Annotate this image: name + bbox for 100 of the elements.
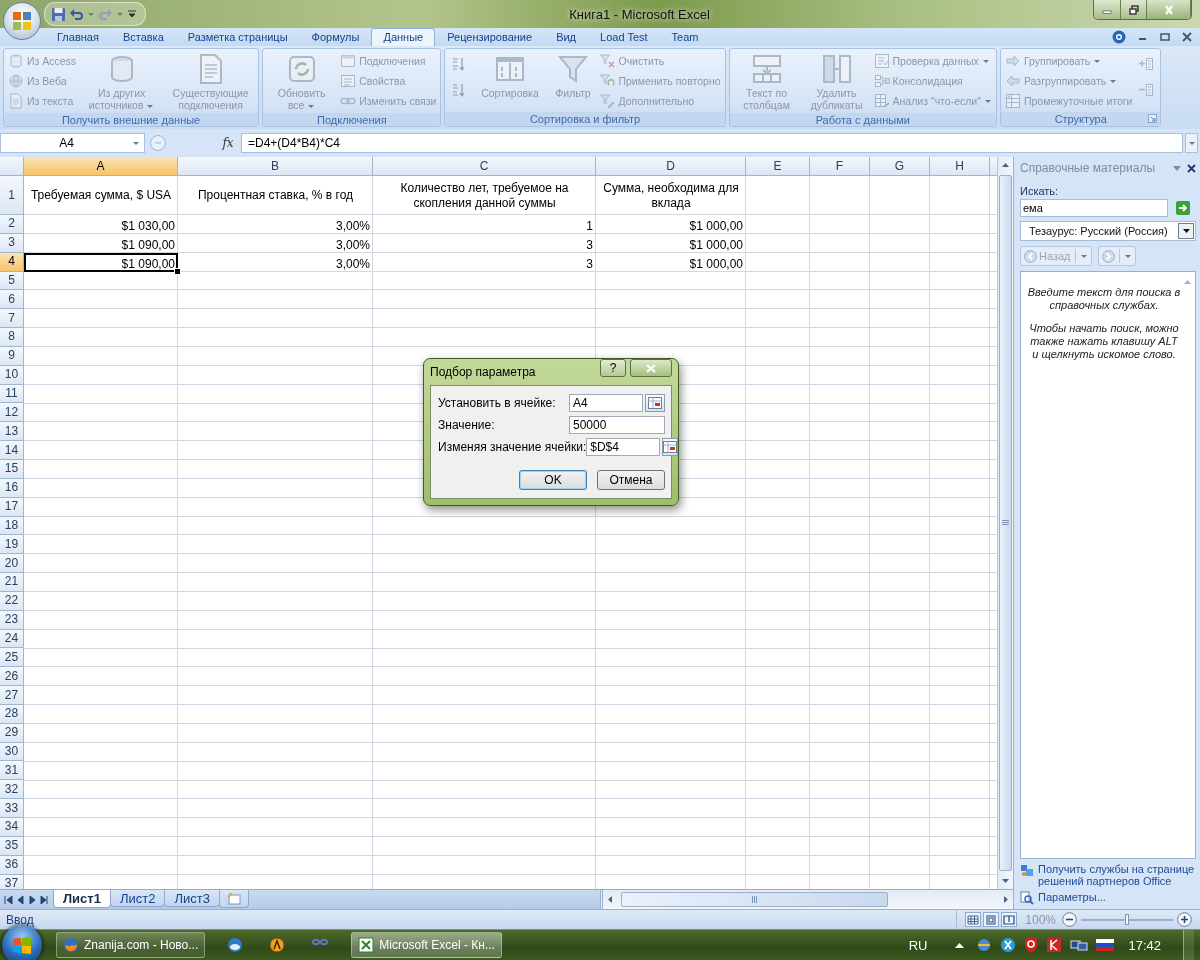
input-field[interactable]: $D$4: [586, 438, 661, 456]
column-header[interactable]: A: [24, 157, 178, 176]
start-search-button[interactable]: [1176, 201, 1190, 215]
ribbon-tab[interactable]: Вид: [544, 28, 589, 46]
name-box[interactable]: A4: [0, 133, 145, 153]
row-header[interactable]: 32: [0, 780, 24, 800]
table-cell[interactable]: 3: [373, 233, 596, 253]
table-cell[interactable]: $1 090,00: [24, 252, 178, 272]
row-header[interactable]: 33: [0, 799, 24, 818]
round-app-icon[interactable]: [269, 937, 286, 953]
input-field[interactable]: A4: [569, 394, 643, 412]
row-header[interactable]: 25: [0, 648, 24, 668]
splitter-handle-icon[interactable]: [149, 134, 167, 152]
close-icon[interactable]: [1182, 32, 1192, 42]
column-header[interactable]: D: [596, 157, 746, 176]
close-icon[interactable]: [1187, 163, 1196, 173]
column-header[interactable]: F: [810, 157, 870, 176]
row-header[interactable]: 34: [0, 818, 24, 837]
dialog-button[interactable]: OK: [519, 470, 587, 490]
row-header[interactable]: 13: [0, 422, 24, 442]
zoom-in-icon[interactable]: [1177, 912, 1192, 927]
language-indicator[interactable]: RU: [908, 937, 928, 953]
network-icon[interactable]: [1070, 938, 1089, 952]
sheet-tab[interactable]: Лист1: [53, 890, 111, 908]
view-button[interactable]: [1001, 912, 1018, 927]
source-dropdown[interactable]: Тезаурус: Русский (Россия): [1020, 221, 1196, 241]
save-icon[interactable]: [51, 6, 66, 22]
row-header[interactable]: 1: [0, 176, 24, 215]
cloud-icon[interactable]: [227, 937, 244, 953]
table-cell[interactable]: $1 000,00: [596, 215, 746, 234]
last-sheet-icon[interactable]: [40, 895, 49, 904]
customize-caret-icon[interactable]: [127, 9, 137, 19]
insert-function-button[interactable]: fx: [215, 133, 241, 153]
zoom-out-icon[interactable]: [1062, 912, 1077, 927]
start-button[interactable]: [2, 925, 42, 960]
slider-thumb[interactable]: [1125, 914, 1129, 925]
table-cell[interactable]: $1 030,00: [24, 215, 178, 234]
globe-icon[interactable]: [976, 937, 993, 953]
next-sheet-icon[interactable]: [28, 895, 37, 904]
horizontal-scrollbar[interactable]: [600, 890, 1013, 909]
search-field[interactable]: ема: [1020, 199, 1168, 217]
help-button[interactable]: ?: [600, 359, 626, 377]
table-cell[interactable]: $1 000,00: [596, 233, 746, 253]
previous-sheet-icon[interactable]: [16, 895, 25, 904]
arrow-up-icon[interactable]: [955, 942, 965, 948]
row-header[interactable]: 2: [0, 215, 24, 234]
sheet-tab[interactable]: Лист3: [164, 890, 220, 907]
dialog-launcher-icon[interactable]: [1148, 114, 1158, 123]
ribbon-tab[interactable]: Load Test: [588, 28, 660, 46]
help-icon[interactable]: [1112, 30, 1126, 44]
row-header[interactable]: 6: [0, 290, 24, 310]
tile-icon[interactable]: [1046, 937, 1063, 953]
close-button[interactable]: [1147, 0, 1191, 19]
ribbon-tab[interactable]: Данные: [371, 28, 436, 46]
clock[interactable]: 17:42: [1128, 937, 1161, 953]
close-button[interactable]: [630, 359, 672, 377]
table-cell[interactable]: Сумма, необходима для вклада: [596, 176, 746, 215]
table-cell[interactable]: 3,00%: [178, 215, 373, 234]
restore-icon[interactable]: [1160, 32, 1170, 42]
table-cell[interactable]: 1: [373, 215, 596, 234]
input-field[interactable]: 50000: [569, 416, 665, 434]
column-header[interactable]: E: [746, 157, 810, 176]
shield-icon[interactable]: [1024, 937, 1039, 953]
ribbon-tab[interactable]: Формулы: [299, 28, 372, 46]
row-header[interactable]: 20: [0, 554, 24, 574]
table-cell[interactable]: 3: [373, 252, 596, 272]
link[interactable]: Параметры...: [1038, 891, 1106, 903]
ribbon-tab[interactable]: Главная: [45, 28, 111, 46]
pane-menu-icon[interactable]: [1173, 165, 1181, 171]
row-header[interactable]: 21: [0, 573, 24, 592]
sheet-tab[interactable]: Лист2: [109, 890, 166, 907]
table-cell[interactable]: Количество лет, требуемое на скопления данной суммы: [373, 176, 596, 215]
column-header[interactable]: H: [930, 157, 990, 176]
restore-button[interactable]: [1121, 0, 1147, 19]
column-header[interactable]: B: [178, 157, 373, 176]
row-header[interactable]: 14: [0, 441, 24, 460]
row-header[interactable]: 8: [0, 328, 24, 347]
zoom-slider[interactable]: [1081, 912, 1173, 927]
ribbon-tab[interactable]: Вставка: [110, 28, 176, 46]
link[interactable]: Получить службы на странице решений партнеров Office: [1038, 863, 1196, 887]
expand-button[interactable]: [1185, 133, 1198, 153]
row-header[interactable]: 19: [0, 535, 24, 555]
table-cell[interactable]: $1 000,00: [596, 252, 746, 272]
collapse-dialog-button[interactable]: [662, 438, 679, 456]
table-cell[interactable]: 3,00%: [178, 252, 373, 272]
first-sheet-icon[interactable]: [4, 895, 13, 904]
flag-icon[interactable]: [1096, 939, 1115, 951]
row-header[interactable]: 26: [0, 667, 24, 687]
view-button[interactable]: [965, 912, 982, 927]
table-cell[interactable]: 3,00%: [178, 233, 373, 253]
vertical-scrollbar[interactable]: [997, 157, 1013, 889]
table-cell[interactable]: $1 090,00: [24, 233, 178, 253]
column-header[interactable]: G: [870, 157, 930, 176]
taskbar-button[interactable]: Znanija.com - Ново...: [56, 932, 206, 958]
scrollbar-thumb[interactable]: [999, 175, 1012, 871]
column-header[interactable]: C: [373, 157, 596, 176]
scrollbar-thumb[interactable]: [621, 892, 888, 907]
ribbon-tab[interactable]: Рецензирование: [435, 28, 545, 46]
view-button[interactable]: [983, 912, 1000, 927]
formula-field[interactable]: =D4+(D4*B4)*C4: [241, 133, 1183, 153]
